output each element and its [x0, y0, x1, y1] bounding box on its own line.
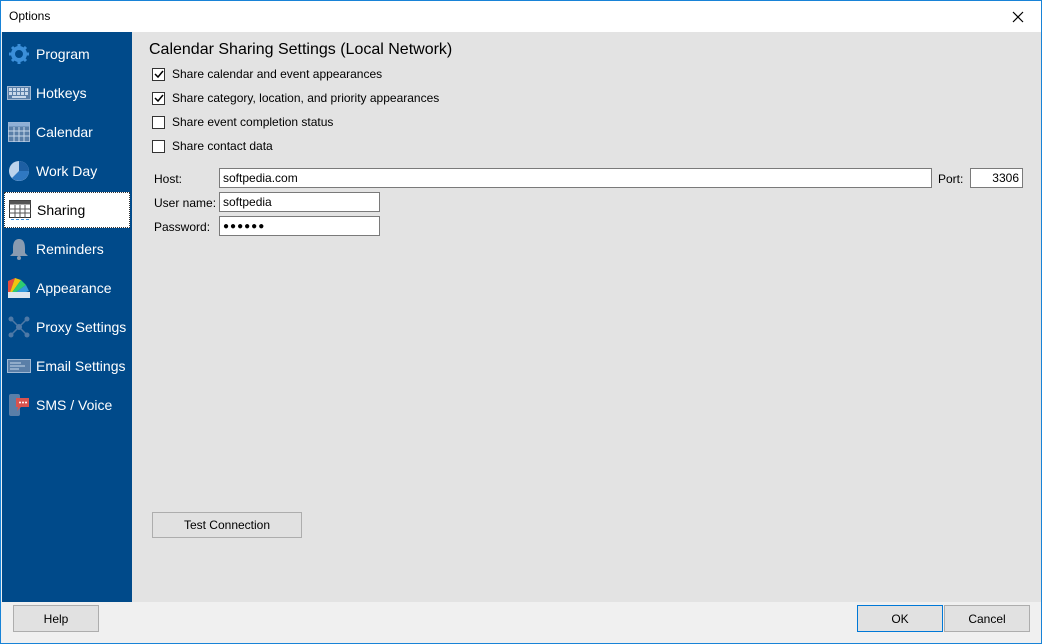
sidebar-item-label: Proxy Settings [36, 319, 127, 335]
checkbox[interactable] [152, 67, 165, 81]
checkbox-label: Share calendar and event appearances [172, 67, 383, 81]
close-button[interactable] [995, 1, 1041, 32]
window-title: Options [9, 9, 51, 23]
host-label: Host: [154, 172, 183, 186]
checkmark-icon [153, 94, 164, 103]
checkbox-label: Share event completion status [172, 115, 334, 129]
sidebar-item-label: Work Day [36, 163, 98, 179]
share-completion-checkbox[interactable]: Share event completion status [152, 115, 333, 129]
title-bar: Options [1, 1, 1041, 32]
ok-button[interactable]: OK [857, 605, 943, 632]
share-calendar-checkbox[interactable]: Share calendar and event appearances [152, 67, 382, 81]
password-input[interactable]: ●●●●●● [219, 216, 380, 236]
checkbox[interactable] [152, 139, 165, 153]
sidebar-item-email-settings[interactable]: Email Settings [4, 348, 130, 384]
username-label: User name: [154, 196, 217, 210]
checkbox-label: Share category, location, and priority a… [172, 91, 440, 105]
options-window: Options Program Hotkeys Calendar Work Da… [0, 0, 1042, 644]
email-icon [6, 353, 32, 379]
palette-icon [6, 275, 32, 301]
calendar-icon [6, 119, 32, 145]
test-connection-button[interactable]: Test Connection [152, 512, 302, 538]
checkmark-icon [153, 70, 164, 79]
share-contact-checkbox[interactable]: Share contact data [152, 139, 273, 153]
sidebar-item-label: Hotkeys [36, 85, 87, 101]
password-label: Password: [154, 220, 211, 234]
gear-icon [6, 41, 32, 67]
bell-icon [6, 236, 32, 262]
host-input[interactable]: softpedia.com [219, 168, 932, 188]
username-input[interactable]: softpedia [219, 192, 380, 212]
sidebar-item-label: Appearance [36, 280, 112, 296]
sidebar-item-proxy-settings[interactable]: Proxy Settings [4, 309, 130, 345]
sidebar-item-label: Email Settings [36, 358, 126, 374]
dialog-footer: Help OK Cancel [1, 602, 1041, 643]
page-title: Calendar Sharing Settings (Local Network… [149, 41, 453, 58]
sidebar-item-program[interactable]: Program [4, 36, 130, 72]
keyboard-icon [6, 80, 32, 106]
sidebar-item-label: Reminders [36, 241, 104, 257]
sidebar-item-label: Sharing [37, 202, 86, 218]
port-input[interactable]: 3306 [970, 168, 1023, 188]
checkbox[interactable] [152, 115, 165, 129]
close-icon [1012, 11, 1024, 22]
checkbox-label: Share contact data [172, 139, 273, 153]
clock-icon [6, 158, 32, 184]
sidebar: Program Hotkeys Calendar Work Day Sharin… [2, 32, 132, 602]
sidebar-item-sharing[interactable]: Sharing [4, 192, 130, 228]
sidebar-item-sms-voice[interactable]: SMS / Voice [4, 387, 130, 423]
sidebar-item-work-day[interactable]: Work Day [4, 153, 130, 189]
network-icon [6, 314, 32, 340]
sidebar-item-label: Calendar [36, 124, 93, 140]
sidebar-item-reminders[interactable]: Reminders [4, 231, 130, 267]
sms-icon [6, 392, 32, 418]
sidebar-item-appearance[interactable]: Appearance [4, 270, 130, 306]
cancel-button[interactable]: Cancel [944, 605, 1030, 632]
share-category-checkbox[interactable]: Share category, location, and priority a… [152, 91, 439, 105]
help-button[interactable]: Help [13, 605, 99, 632]
checkbox[interactable] [152, 91, 165, 105]
sharing-icon [7, 197, 33, 223]
sidebar-item-hotkeys[interactable]: Hotkeys [4, 75, 130, 111]
port-label: Port: [938, 172, 964, 186]
sidebar-item-label: Program [36, 46, 90, 62]
sidebar-item-label: SMS / Voice [36, 397, 113, 413]
sharing-settings-panel: Calendar Sharing Settings (Local Network… [132, 32, 1041, 602]
sidebar-item-calendar[interactable]: Calendar [4, 114, 130, 150]
